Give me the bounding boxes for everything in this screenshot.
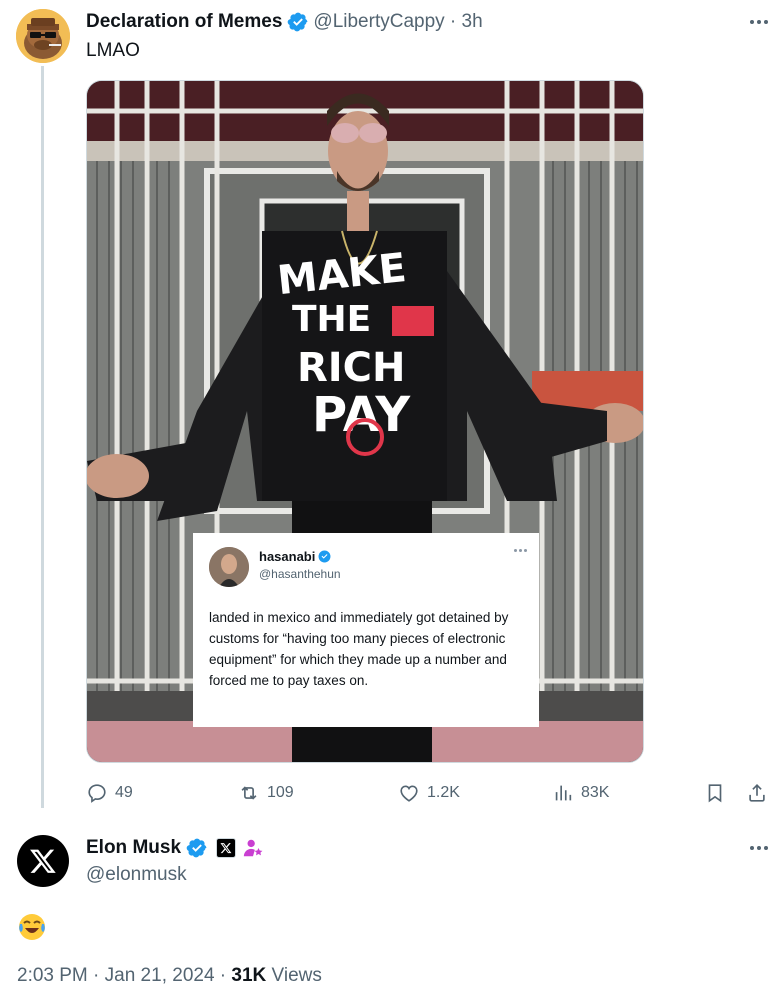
separator-dot: · [444, 11, 462, 32]
reply-author-avatar[interactable] [17, 835, 69, 887]
more-button[interactable] [744, 838, 774, 858]
embedded-tweet-text: landed in mexico and immediately got det… [209, 610, 509, 688]
tweet-text: LMAO [86, 40, 140, 61]
bookmark-icon [708, 784, 722, 803]
views-icon [555, 785, 572, 801]
reply-icon [88, 784, 106, 803]
like-count: 1.2K [427, 784, 460, 801]
role-badge-icon[interactable] [242, 837, 264, 859]
more-button[interactable] [744, 12, 774, 32]
verified-icon [288, 12, 308, 32]
embedded-tweet-screenshot: hasanabi @hasanthehun landed in mexico a… [193, 533, 539, 727]
views-count: 83K [581, 784, 610, 801]
views-button[interactable]: 83K [552, 780, 609, 806]
views-label: Views [271, 965, 322, 986]
timestamp[interactable]: 3h [462, 11, 483, 33]
share-button[interactable] [746, 780, 768, 806]
embedded-author-handle: @hasanthehun [259, 567, 341, 581]
author-handle[interactable]: @LibertyCappy [313, 11, 444, 33]
more-icon [750, 20, 754, 24]
views-total: 31K [231, 965, 267, 986]
more-icon [750, 846, 754, 850]
repost-button[interactable]: 109 [238, 780, 294, 806]
reply-text [17, 912, 47, 942]
tweet-meta: 2:03 PM · Jan 21, 2024 · 31K Views [17, 965, 322, 987]
tweet-timestamp[interactable]: 2:03 PM · Jan 21, 2024 [17, 965, 215, 986]
affiliate-badge-icon[interactable] [216, 838, 237, 858]
share-icon [749, 784, 765, 802]
tweet-photo[interactable]: MAKE THE RICH PAY hasanabi @hasanthehun … [86, 80, 644, 763]
like-icon [400, 785, 418, 802]
tweet-actions: 49 109 1.2K 83K [86, 780, 776, 806]
reply-author-name[interactable]: Elon Musk [86, 837, 181, 859]
capybara-avatar-icon [16, 9, 70, 63]
reply-author-handle[interactable]: @elonmusk [86, 864, 187, 886]
shirt-text-line-3: RICH [297, 345, 406, 391]
thread-connector [41, 66, 44, 808]
like-button[interactable]: 1.2K [398, 780, 460, 806]
author-avatar[interactable] [16, 9, 70, 63]
reply-count: 49 [115, 784, 133, 801]
reply-button[interactable]: 49 [86, 780, 133, 806]
embedded-avatar [209, 547, 249, 587]
verified-icon [186, 838, 207, 858]
repost-count: 109 [267, 784, 294, 801]
bookmark-button[interactable] [704, 780, 726, 806]
tweet-header: Declaration of Memes @LibertyCappy · 3h [86, 10, 483, 34]
tears-of-joy-emoji-icon [19, 914, 45, 940]
verified-icon [318, 550, 331, 563]
more-icon [514, 549, 527, 552]
author-name[interactable]: Declaration of Memes [86, 11, 282, 33]
separator-dot: · [219, 965, 232, 986]
reply-header: Elon Musk [86, 836, 264, 860]
repost-icon [241, 786, 257, 800]
shirt-text-line-2: THE [292, 299, 371, 340]
embedded-author-name: hasanabi [259, 549, 331, 564]
shirt-text-line-4: PAY [312, 387, 411, 443]
x-logo-icon [30, 849, 56, 873]
